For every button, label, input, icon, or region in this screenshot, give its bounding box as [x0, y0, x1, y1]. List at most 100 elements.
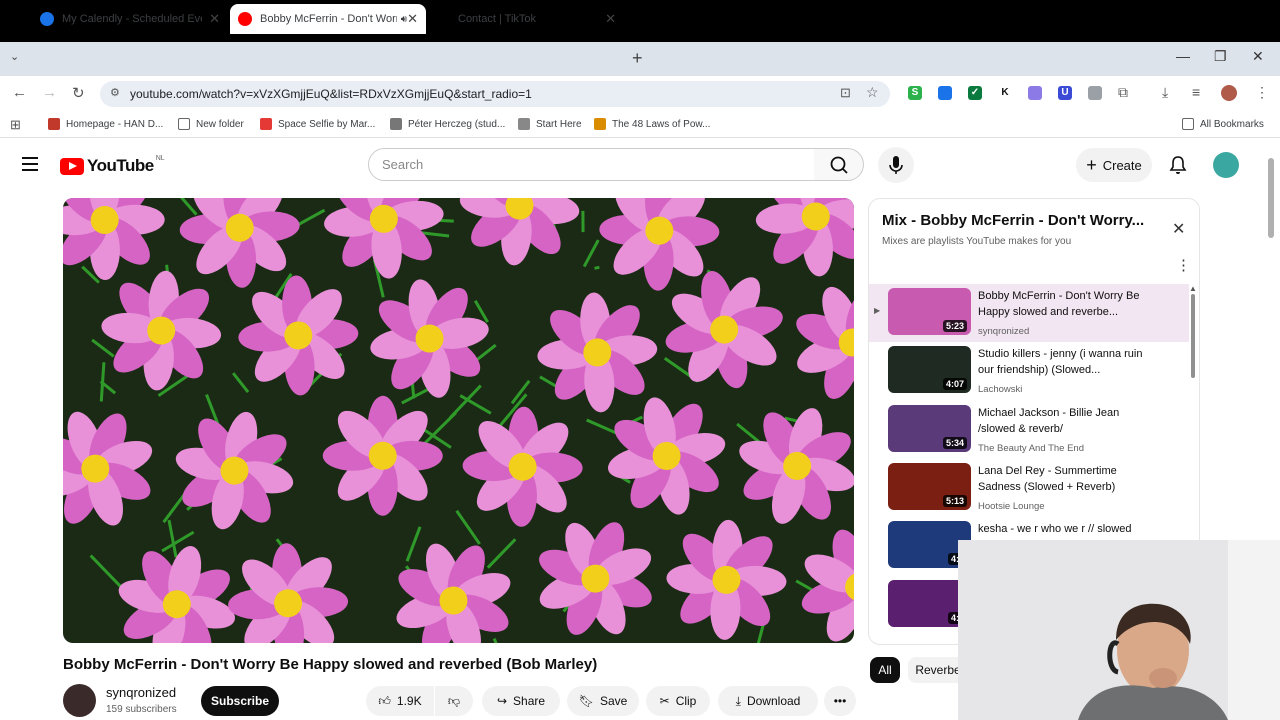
- share-button[interactable]: ↪ Share: [482, 686, 560, 716]
- playlist-scrollbar[interactable]: [1191, 294, 1195, 378]
- save-button[interactable]: 🔖︎ Save: [567, 686, 639, 716]
- webcam-person-image: [958, 540, 1280, 720]
- profile-avatar[interactable]: [1221, 85, 1237, 101]
- playlist-thumbnail[interactable]: 4:07: [888, 346, 971, 394]
- browser-tab[interactable]: Contact | TikTok ✕: [428, 4, 624, 34]
- bookmark-favicon-icon: [178, 118, 190, 130]
- bookmark-item[interactable]: Start Here: [518, 118, 582, 130]
- install-app-icon[interactable]: ⊡: [840, 85, 851, 101]
- bookmark-favicon-icon: [48, 118, 60, 130]
- extension-check-icon[interactable]: ✓: [968, 86, 982, 100]
- more-actions-button[interactable]: •••: [824, 686, 856, 716]
- youtube-logo[interactable]: YouTube NL: [60, 155, 165, 176]
- voice-search-button[interactable]: [878, 147, 914, 183]
- extension-green-icon[interactable]: S: [908, 86, 922, 100]
- close-tab-icon[interactable]: ✕: [407, 11, 418, 27]
- downloads-icon[interactable]: ⤓: [1162, 84, 1168, 101]
- extension-cloud-icon[interactable]: [1028, 86, 1042, 100]
- search-button[interactable]: [814, 148, 864, 181]
- extensions-puzzle-icon[interactable]: ⧉: [1118, 84, 1128, 101]
- filter-chip[interactable]: All: [870, 657, 900, 683]
- bookmark-favicon-icon: [390, 118, 402, 130]
- browser-tab[interactable]: My Calendly - Scheduled Events✕: [32, 4, 228, 34]
- close-tab-icon[interactable]: ✕: [209, 11, 220, 27]
- bookmark-item[interactable]: Homepage - HAN D...: [48, 118, 163, 130]
- playlist-thumbnail[interactable]: 5:13: [888, 462, 971, 510]
- account-avatar[interactable]: [1213, 152, 1239, 178]
- microphone-icon: [889, 156, 903, 174]
- scroll-up-icon[interactable]: ▲: [1189, 284, 1197, 293]
- playlist-item-channel: Lachowski: [978, 384, 1023, 396]
- page-scrollbar[interactable]: [1268, 158, 1274, 238]
- playlist-subtitle: Mixes are playlists YouTube makes for yo…: [882, 236, 1072, 247]
- playlist-item-channel: synqronized: [978, 326, 1030, 337]
- extension-shield-icon[interactable]: [1088, 86, 1102, 100]
- bookmark-item[interactable]: The 48 Laws of Pow...: [594, 118, 710, 130]
- thumbs-up-icon: 👍︎: [378, 693, 391, 708]
- plus-icon: +: [1086, 154, 1097, 175]
- minimize-icon[interactable]: —: [1176, 48, 1190, 64]
- channel-avatar[interactable]: [63, 684, 96, 717]
- playlist-item-title: Lana Del Rey - Summertime Sadness (Slowe…: [978, 464, 1117, 493]
- all-bookmarks-button[interactable]: All Bookmarks: [1182, 118, 1264, 130]
- like-button[interactable]: 👍︎ 1.9K: [366, 686, 434, 716]
- tab-favicon-icon: [40, 12, 54, 26]
- thumbs-down-icon: 👎︎: [447, 693, 461, 708]
- playlist-thumbnail[interactable]: 5:34: [888, 404, 971, 452]
- extension-blue-icon[interactable]: [938, 86, 952, 100]
- new-tab-button[interactable]: +: [632, 48, 643, 69]
- webcam-overlay: [958, 540, 1280, 720]
- back-icon[interactable]: ←: [12, 84, 27, 101]
- notifications-button[interactable]: [1168, 155, 1188, 180]
- site-info-icon[interactable]: ⚙: [110, 86, 120, 99]
- subscribe-button[interactable]: Subscribe: [201, 686, 279, 716]
- reload-icon[interactable]: ↻: [72, 84, 85, 102]
- bookmark-favicon-icon: [260, 118, 272, 130]
- channel-name[interactable]: synqronized: [106, 685, 176, 700]
- extension-u-icon[interactable]: U: [1058, 86, 1072, 100]
- video-duration: 5:34: [942, 436, 967, 449]
- playlist-thumbnail[interactable]: 5:23: [888, 288, 971, 335]
- close-playlist-icon[interactable]: ✕: [1172, 219, 1185, 239]
- bookmark-item[interactable]: New folder: [178, 118, 244, 130]
- close-window-icon[interactable]: ✕: [1252, 48, 1264, 65]
- video-title: Bobby McFerrin - Don't Worry Be Happy sl…: [63, 656, 598, 673]
- bell-icon: [1169, 156, 1187, 174]
- search-input[interactable]: [368, 148, 816, 181]
- extension-k-icon[interactable]: K: [998, 86, 1012, 100]
- playlist-item-title: Studio killers - jenny (i wanna ruin our…: [978, 348, 1143, 377]
- clip-button[interactable]: ✂ Clip: [646, 686, 710, 716]
- folder-icon: [1182, 118, 1194, 130]
- video-duration: 5:13: [942, 494, 967, 507]
- dislike-button[interactable]: 👎︎: [435, 686, 473, 716]
- forward-icon[interactable]: →: [42, 84, 57, 101]
- scissors-icon: ✂: [659, 694, 670, 708]
- restore-icon[interactable]: ❐: [1214, 48, 1227, 65]
- playlist-item-channel: Hootsie Lounge: [978, 500, 1045, 512]
- apps-grid-icon[interactable]: ⊞: [10, 117, 21, 133]
- media-controls-icon[interactable]: ≡: [1192, 84, 1200, 100]
- playlist-title[interactable]: Mix - Bobby McFerrin - Don't Worry...: [882, 212, 1144, 229]
- bookmark-star-icon[interactable]: ☆: [866, 84, 879, 101]
- browser-menu-icon[interactable]: ⋮: [1255, 84, 1269, 101]
- video-duration: 4:07: [942, 378, 967, 391]
- browser-tab[interactable]: Bobby McFerrin - Don't Worry 🔊︎ ✕: [230, 4, 426, 34]
- download-button[interactable]: ⤓ Download: [718, 686, 818, 716]
- guide-menu-icon[interactable]: [22, 157, 38, 175]
- playlist-item-title: kesha - we r who we r // slowed: [978, 523, 1132, 536]
- download-icon: ⤓: [735, 693, 741, 708]
- tab-search-dropdown-icon[interactable]: ⌄: [10, 50, 19, 63]
- url-text[interactable]: youtube.com/watch?v=xVzXGmjjEuQ&list=RDx…: [130, 87, 532, 101]
- bookmark-item[interactable]: Péter Herczeg (stud...: [390, 118, 505, 130]
- search-placeholder: Search: [382, 157, 424, 172]
- bookmark-item[interactable]: Space Selfie by Mar...: [260, 118, 375, 130]
- playlist-item-title: Michael Jackson - Billie Jean /slowed & …: [978, 406, 1120, 435]
- bookmark-icon: 🔖︎: [578, 694, 594, 708]
- close-tab-icon[interactable]: ✕: [605, 11, 616, 27]
- video-player[interactable]: [63, 198, 854, 643]
- playlist-item-title: Bobby McFerrin - Don't Worry Be Happy sl…: [978, 290, 1140, 318]
- create-button[interactable]: + Create: [1076, 148, 1152, 182]
- subscriber-count: 159 subscribers: [106, 704, 177, 715]
- video-duration: 5:23: [942, 320, 967, 332]
- playlist-more-icon[interactable]: ⋮: [1176, 256, 1191, 274]
